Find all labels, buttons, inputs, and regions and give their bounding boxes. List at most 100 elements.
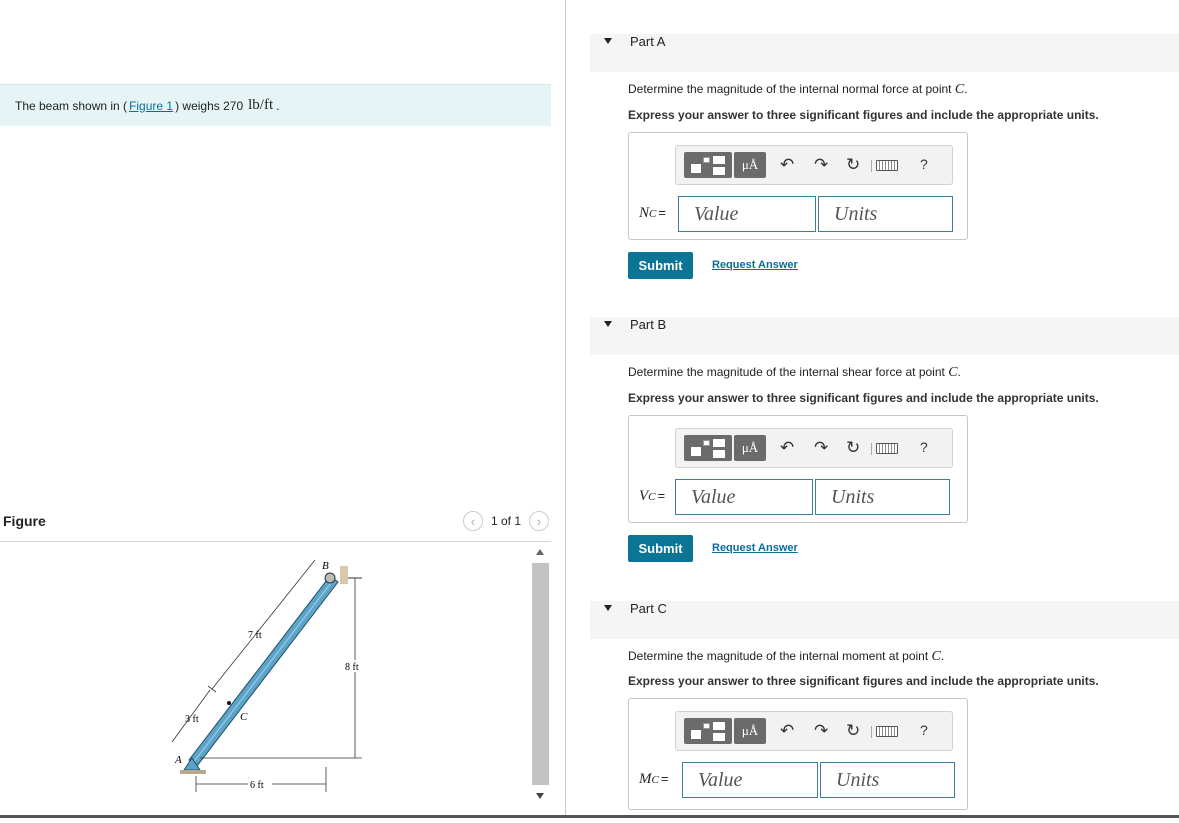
redo-icon[interactable]: ↷ (814, 155, 828, 175)
part-a-title: Part A (630, 34, 666, 49)
part-a-units-input[interactable]: Units (818, 196, 953, 232)
part-b-answer-box: μÅ ↶ ↷ ↻ ? VC = Value Units (628, 415, 968, 523)
part-a-question: Determine the magnitude of the internal … (628, 82, 968, 97)
undo-icon[interactable]: ↶ (780, 155, 794, 175)
part-a-instruction: Express your answer to three significant… (628, 108, 1099, 122)
part-a-var: N (639, 205, 650, 221)
label-3ft: 3 ft (185, 714, 199, 725)
pin-b (324, 572, 336, 584)
scroll-up-arrow-icon[interactable] (536, 549, 544, 555)
undo-icon[interactable]: ↶ (780, 721, 794, 741)
part-c-sub: C (651, 774, 659, 786)
part-a-question-text: Determine the magnitude of the internal … (628, 82, 952, 96)
toolbar-separator (871, 160, 872, 172)
ground-a (180, 770, 206, 774)
chevron-left-icon: ‹ (470, 513, 476, 529)
beam-highlight (192, 578, 335, 764)
next-figure-button[interactable]: › (529, 511, 549, 531)
reset-icon[interactable]: ↻ (846, 438, 860, 458)
units-button[interactable]: μÅ (734, 152, 766, 178)
math-toolbar: μÅ ↶ ↷ ↻ ? (675, 711, 953, 751)
collapse-triangle-icon[interactable] (604, 321, 612, 327)
help-icon[interactable]: ? (920, 156, 928, 172)
help-icon[interactable]: ? (920, 439, 928, 455)
math-toolbar: μÅ ↶ ↷ ↻ ? (675, 428, 953, 468)
part-b-sub: C (648, 491, 656, 503)
undo-icon[interactable]: ↶ (780, 438, 794, 458)
reset-icon[interactable]: ↻ (846, 155, 860, 175)
part-a-header[interactable]: Part A (590, 34, 1179, 72)
templates-button[interactable] (684, 435, 732, 461)
part-b-question-text: Determine the magnitude of the internal … (628, 365, 945, 379)
beam-diagram: B A C 7 ft 3 ft 8 ft 6 ft (171, 559, 365, 792)
part-c-question: Determine the magnitude of the internal … (628, 649, 945, 664)
scroll-thumb[interactable] (532, 563, 549, 785)
problem-statement: The beam shown in (Figure 1) weighs 270 l… (0, 84, 551, 126)
figure-scrollbar[interactable] (532, 545, 549, 805)
prev-figure-button[interactable]: ‹ (462, 511, 483, 531)
keyboard-icon[interactable] (876, 726, 898, 737)
part-c-header[interactable]: Part C (590, 601, 1179, 639)
figure-header: Figure ‹ 1 of 1 › (0, 505, 551, 542)
problem-pane: The beam shown in (Figure 1) weighs 270 l… (0, 0, 566, 818)
part-b-instruction: Express your answer to three significant… (628, 391, 1099, 405)
part-c-variable: MC = (639, 771, 668, 788)
keyboard-icon[interactable] (876, 160, 898, 171)
label-8ft: 8 ft (345, 662, 359, 673)
part-a-answer-box: μÅ ↶ ↷ ↻ ? NC = Value Units (628, 132, 968, 240)
help-icon[interactable]: ? (920, 722, 928, 738)
part-a-value-input[interactable]: Value (678, 196, 816, 232)
part-c-value-input[interactable]: Value (682, 762, 818, 798)
part-c-title: Part C (630, 601, 667, 616)
part-c-units-input[interactable]: Units (820, 762, 955, 798)
reset-icon[interactable]: ↻ (846, 721, 860, 741)
problem-prefix: The beam shown in ( (15, 98, 128, 113)
figure-pager: ‹ 1 of 1 › (462, 511, 549, 531)
part-b-var: V (639, 488, 649, 504)
part-b-value-input[interactable]: Value (675, 479, 813, 515)
redo-icon[interactable]: ↷ (814, 438, 828, 458)
part-b-submit-button[interactable]: Submit (628, 535, 693, 562)
part-b-units-input[interactable]: Units (815, 479, 950, 515)
problem-mid: ) weighs 270 (175, 98, 244, 113)
units-button[interactable]: μÅ (734, 718, 766, 744)
collapse-triangle-icon[interactable] (604, 38, 612, 44)
point-c (227, 701, 231, 705)
pager-text: 1 of 1 (490, 514, 521, 528)
redo-icon[interactable]: ↷ (814, 721, 828, 741)
templates-button[interactable] (684, 152, 732, 178)
part-a-request-answer-link[interactable]: Request Answer (712, 259, 798, 271)
templates-button[interactable] (684, 718, 732, 744)
collapse-triangle-icon[interactable] (604, 605, 612, 611)
part-b-point: C (948, 365, 958, 380)
label-6ft: 6 ft (250, 780, 264, 791)
toolbar-separator (871, 726, 872, 738)
part-c-var: M (639, 771, 652, 787)
part-b-eq: = (657, 488, 666, 503)
part-c-instruction: Express your answer to three significant… (628, 674, 1099, 688)
part-a-eq: = (658, 205, 666, 220)
part-a-submit-button[interactable]: Submit (628, 252, 693, 279)
label-c: C (240, 711, 248, 723)
scroll-down-arrow-icon[interactable] (536, 793, 544, 799)
part-c-eq: = (660, 771, 669, 786)
figure-image: B A C 7 ft 3 ft 8 ft 6 ft (0, 542, 530, 818)
part-b-header[interactable]: Part B (590, 317, 1179, 355)
part-a-point: C (954, 82, 965, 97)
part-b-variable: VC = (639, 488, 665, 505)
part-b-request-answer-link[interactable]: Request Answer (712, 542, 798, 554)
keyboard-icon[interactable] (876, 443, 898, 454)
figure-title: Figure (3, 513, 46, 529)
part-a-variable: NC = (639, 205, 666, 222)
label-b: B (322, 560, 329, 572)
figure-link[interactable]: Figure 1 (129, 99, 173, 113)
part-b-question: Determine the magnitude of the internal … (628, 365, 961, 380)
problem-unit: lb/ft (248, 97, 274, 113)
part-c-question-text: Determine the magnitude of the internal … (628, 649, 929, 663)
math-toolbar: μÅ ↶ ↷ ↻ ? (675, 145, 953, 185)
label-7ft: 7 ft (248, 630, 262, 641)
toolbar-separator (871, 443, 872, 455)
part-a-sub: C (649, 208, 657, 220)
problem-suffix: . (276, 98, 280, 113)
units-button[interactable]: μÅ (734, 435, 766, 461)
